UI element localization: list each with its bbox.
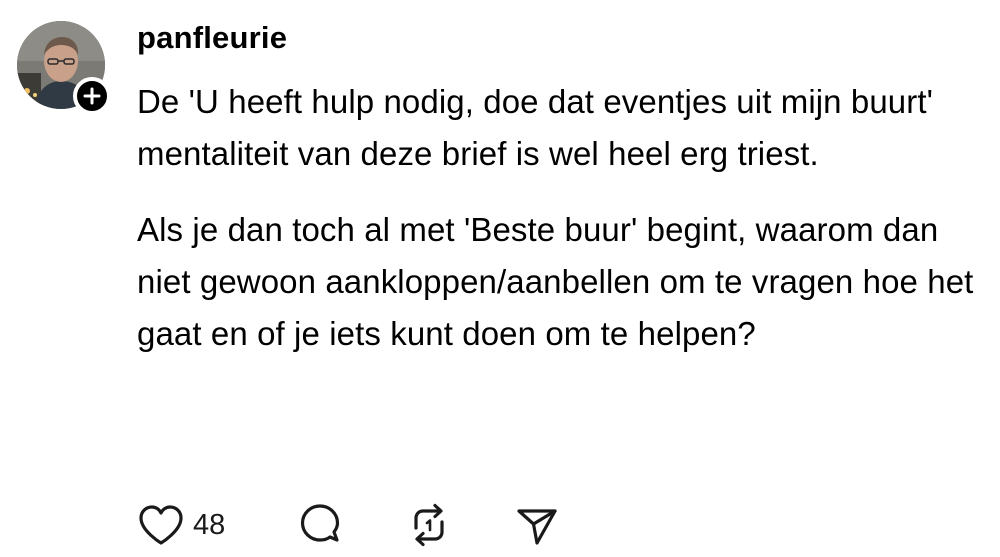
post-paragraph: Als je dan toch al met 'Beste buur' begi…	[137, 211, 974, 352]
share-button[interactable]	[515, 500, 559, 550]
plus-icon	[83, 87, 101, 105]
like-count: 48	[193, 509, 226, 541]
post-paragraph: De 'U heeft hulp nodig, doe dat eventjes…	[137, 83, 934, 172]
comment-bubble-icon	[300, 504, 340, 542]
follow-button[interactable]	[73, 77, 111, 115]
avatar-container[interactable]	[17, 21, 111, 115]
comment-button[interactable]	[297, 500, 343, 550]
repost-button[interactable]	[407, 500, 451, 550]
repost-icon	[414, 503, 444, 547]
post: panfleurie De 'U heeft hulp nodig, doe d…	[0, 0, 1000, 557]
send-icon	[517, 509, 557, 545]
heart-icon	[139, 505, 183, 545]
post-body: De 'U heeft hulp nodig, doe dat eventjes…	[137, 76, 987, 360]
post-actions: 48	[137, 500, 597, 550]
like-button[interactable]: 48	[137, 500, 225, 550]
username-link[interactable]: panfleurie	[137, 18, 287, 58]
